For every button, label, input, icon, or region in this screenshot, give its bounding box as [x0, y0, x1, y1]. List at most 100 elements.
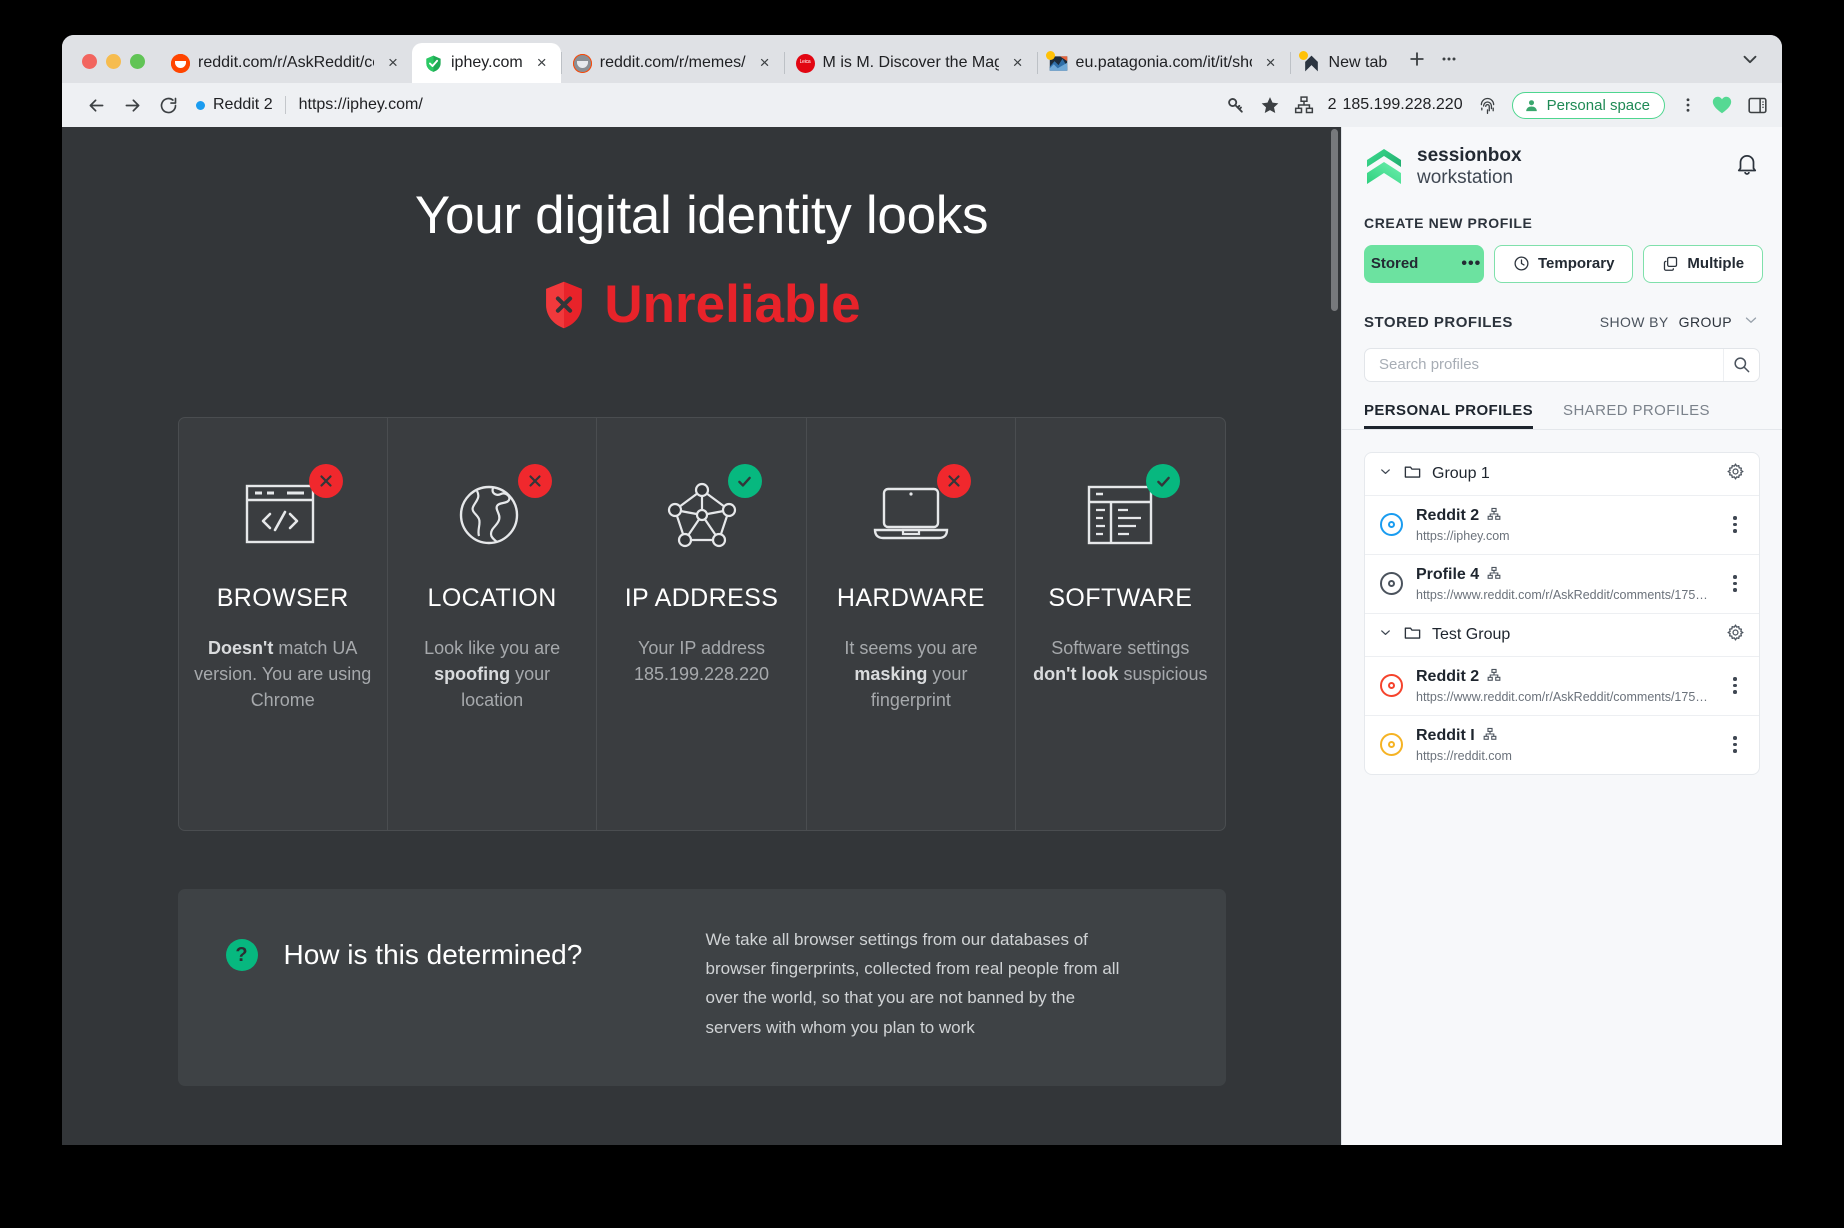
url-text[interactable]: https://iphey.com/: [286, 96, 423, 114]
card-title: BROWSER: [216, 584, 349, 612]
copy-icon: [1664, 257, 1678, 272]
sidebar-header: sessionbox workstation: [1342, 127, 1782, 189]
group-row-2[interactable]: Test Group: [1365, 614, 1759, 657]
profile-row[interactable]: Reddit I https://reddit.com: [1365, 716, 1759, 774]
address-bar[interactable]: Reddit 2 https://iphey.com/: [196, 90, 1208, 120]
browser-tab-3[interactable]: reddit.com/r/memes/ ×: [560, 43, 784, 83]
stored-more-options-button[interactable]: •••: [1461, 255, 1493, 273]
card-description: Software settings don't look suspicious: [1033, 638, 1208, 685]
personal-space-button[interactable]: Personal space: [1511, 91, 1665, 119]
page-scrollbar[interactable]: [1329, 127, 1339, 1145]
close-tab-button[interactable]: ×: [754, 52, 776, 74]
verdict-text: Unreliable: [604, 275, 861, 334]
chevron-down-icon[interactable]: [1736, 45, 1764, 73]
fingerprint-icon[interactable]: [1477, 95, 1498, 116]
profile-indicator-dot: [1045, 50, 1055, 60]
network-nodes-icon: [654, 464, 762, 552]
tab-overflow-menu-button[interactable]: [1435, 45, 1463, 73]
forward-button[interactable]: [116, 89, 148, 121]
new-tab-button[interactable]: [1403, 45, 1431, 73]
page-scrollbar-thumb[interactable]: [1331, 129, 1338, 311]
how-determined-panel: ? How is this determined? We take all br…: [177, 889, 1226, 1086]
how-determined-body: We take all browser settings from our da…: [705, 930, 1120, 1037]
logo-line-1: sessionbox: [1417, 145, 1522, 166]
minimize-window-button[interactable]: [106, 54, 121, 69]
card-description: Your IP address 185.199.228.220: [633, 638, 770, 685]
profile-color-dot: [196, 100, 205, 110]
zoom-window-button[interactable]: [130, 54, 145, 69]
verdict-row: Unreliable: [62, 274, 1341, 335]
gear-icon[interactable]: [1726, 623, 1745, 647]
patagonia-icon: [1045, 50, 1068, 73]
close-tab-button[interactable]: ×: [382, 52, 404, 74]
sessionbox-logo-icon: [1364, 147, 1404, 187]
toolbar-right-icons: 2 185.199.228.220 Personal space: [1212, 91, 1768, 119]
profile-url: https://www.reddit.com/r/AskReddit/comme…: [1416, 587, 1708, 602]
profile-url: https://iphey.com: [1416, 528, 1510, 543]
sessionbox-sidebar: sessionbox workstation CREATE NEW PROFIL…: [1341, 127, 1782, 1145]
tab-title: iphey.com: [451, 54, 523, 71]
back-button[interactable]: [80, 89, 112, 121]
create-new-profile-label: CREATE NEW PROFILE: [1364, 214, 1533, 231]
show-by-control[interactable]: SHOW BY GROUP: [1600, 311, 1760, 334]
group-row-1[interactable]: Group 1: [1365, 453, 1759, 496]
profile-row[interactable]: Profile 4 https://www.reddit.com/r/AskRe…: [1365, 555, 1759, 614]
profile-menu-button[interactable]: [1725, 575, 1745, 592]
browser-tab-4[interactable]: M is M. Discover the Magic. ×: [783, 43, 1037, 83]
search-profiles-box[interactable]: [1364, 347, 1760, 382]
chevron-down-icon[interactable]: [1742, 311, 1760, 334]
chevron-down-icon[interactable]: [1378, 464, 1393, 484]
proxy-network-icon: [1483, 727, 1497, 746]
star-icon[interactable]: [1260, 95, 1280, 115]
question-mark-icon: ?: [225, 939, 258, 971]
close-tab-button[interactable]: ×: [1007, 52, 1029, 74]
card-title: SOFTWARE: [1048, 584, 1193, 612]
create-temporary-profile-button[interactable]: Temporary: [1494, 244, 1634, 283]
browser-tab-2[interactable]: iphey.com ×: [412, 43, 561, 83]
close-tab-button[interactable]: ×: [531, 52, 553, 74]
tab-title: New tab: [1328, 54, 1388, 71]
tab-shared-profiles[interactable]: SHARED PROFILES: [1563, 402, 1710, 429]
browser-tab-6[interactable]: New tab: [1289, 43, 1396, 83]
search-icon[interactable]: [1723, 348, 1759, 381]
close-window-button[interactable]: [82, 54, 97, 69]
status-badge-bad: [308, 464, 343, 498]
clock-icon: [1514, 256, 1529, 271]
gear-icon[interactable]: [1726, 462, 1745, 486]
bell-icon[interactable]: [1734, 151, 1760, 182]
close-tab-button[interactable]: ×: [1260, 52, 1282, 74]
kebab-menu-icon[interactable]: [1679, 96, 1697, 114]
how-determined-left: ? How is this determined?: [225, 925, 706, 971]
browser-tab-5[interactable]: eu.patagonia.com/it/it/shop/ ×: [1036, 43, 1290, 83]
tab-personal-profiles[interactable]: PERSONAL PROFILES: [1364, 402, 1533, 429]
profile-list: Group 1 Reddit 2 https://iphey.com Profi…: [1342, 430, 1782, 775]
chevron-down-icon[interactable]: [1378, 625, 1393, 645]
tab-title: reddit.com/r/memes/: [599, 54, 746, 71]
browser-tab-1[interactable]: reddit.com/r/AskReddit/com ×: [159, 43, 412, 83]
card-description: It seems you are masking your fingerprin…: [844, 638, 978, 711]
card-software: SOFTWARE Software settings don't look su…: [1016, 418, 1224, 830]
profile-menu-button[interactable]: [1725, 736, 1745, 753]
side-panel-icon[interactable]: [1747, 95, 1768, 116]
show-by-label: SHOW BY: [1599, 314, 1669, 331]
shield-check-icon: [424, 54, 443, 73]
tab-strip-buttons: [1395, 45, 1463, 83]
create-multiple-profiles-button[interactable]: Multiple: [1643, 244, 1764, 283]
proxy-network-icon[interactable]: [1294, 95, 1314, 115]
session-profile-chip[interactable]: Reddit 2: [196, 96, 286, 114]
profile-status-dot: [1380, 572, 1403, 596]
browser-window: reddit.com/r/AskReddit/com × iphey.com ×…: [62, 35, 1782, 1145]
search-row: [1342, 334, 1782, 382]
create-stored-profile-button[interactable]: Stored •••: [1364, 244, 1484, 283]
profile-row[interactable]: Reddit 2 https://www.reddit.com/r/AskRed…: [1365, 657, 1759, 716]
profile-name: Reddit 2: [1416, 668, 1480, 686]
search-input[interactable]: [1365, 356, 1723, 374]
profile-row[interactable]: Reddit 2 https://iphey.com: [1365, 496, 1759, 555]
profile-indicator-dot: [1298, 50, 1308, 60]
key-icon[interactable]: [1226, 95, 1246, 115]
reload-button[interactable]: [152, 89, 184, 121]
profile-menu-button[interactable]: [1725, 516, 1745, 533]
card-title: LOCATION: [427, 584, 557, 612]
profile-menu-button[interactable]: [1725, 677, 1745, 694]
heart-icon[interactable]: [1711, 94, 1733, 116]
